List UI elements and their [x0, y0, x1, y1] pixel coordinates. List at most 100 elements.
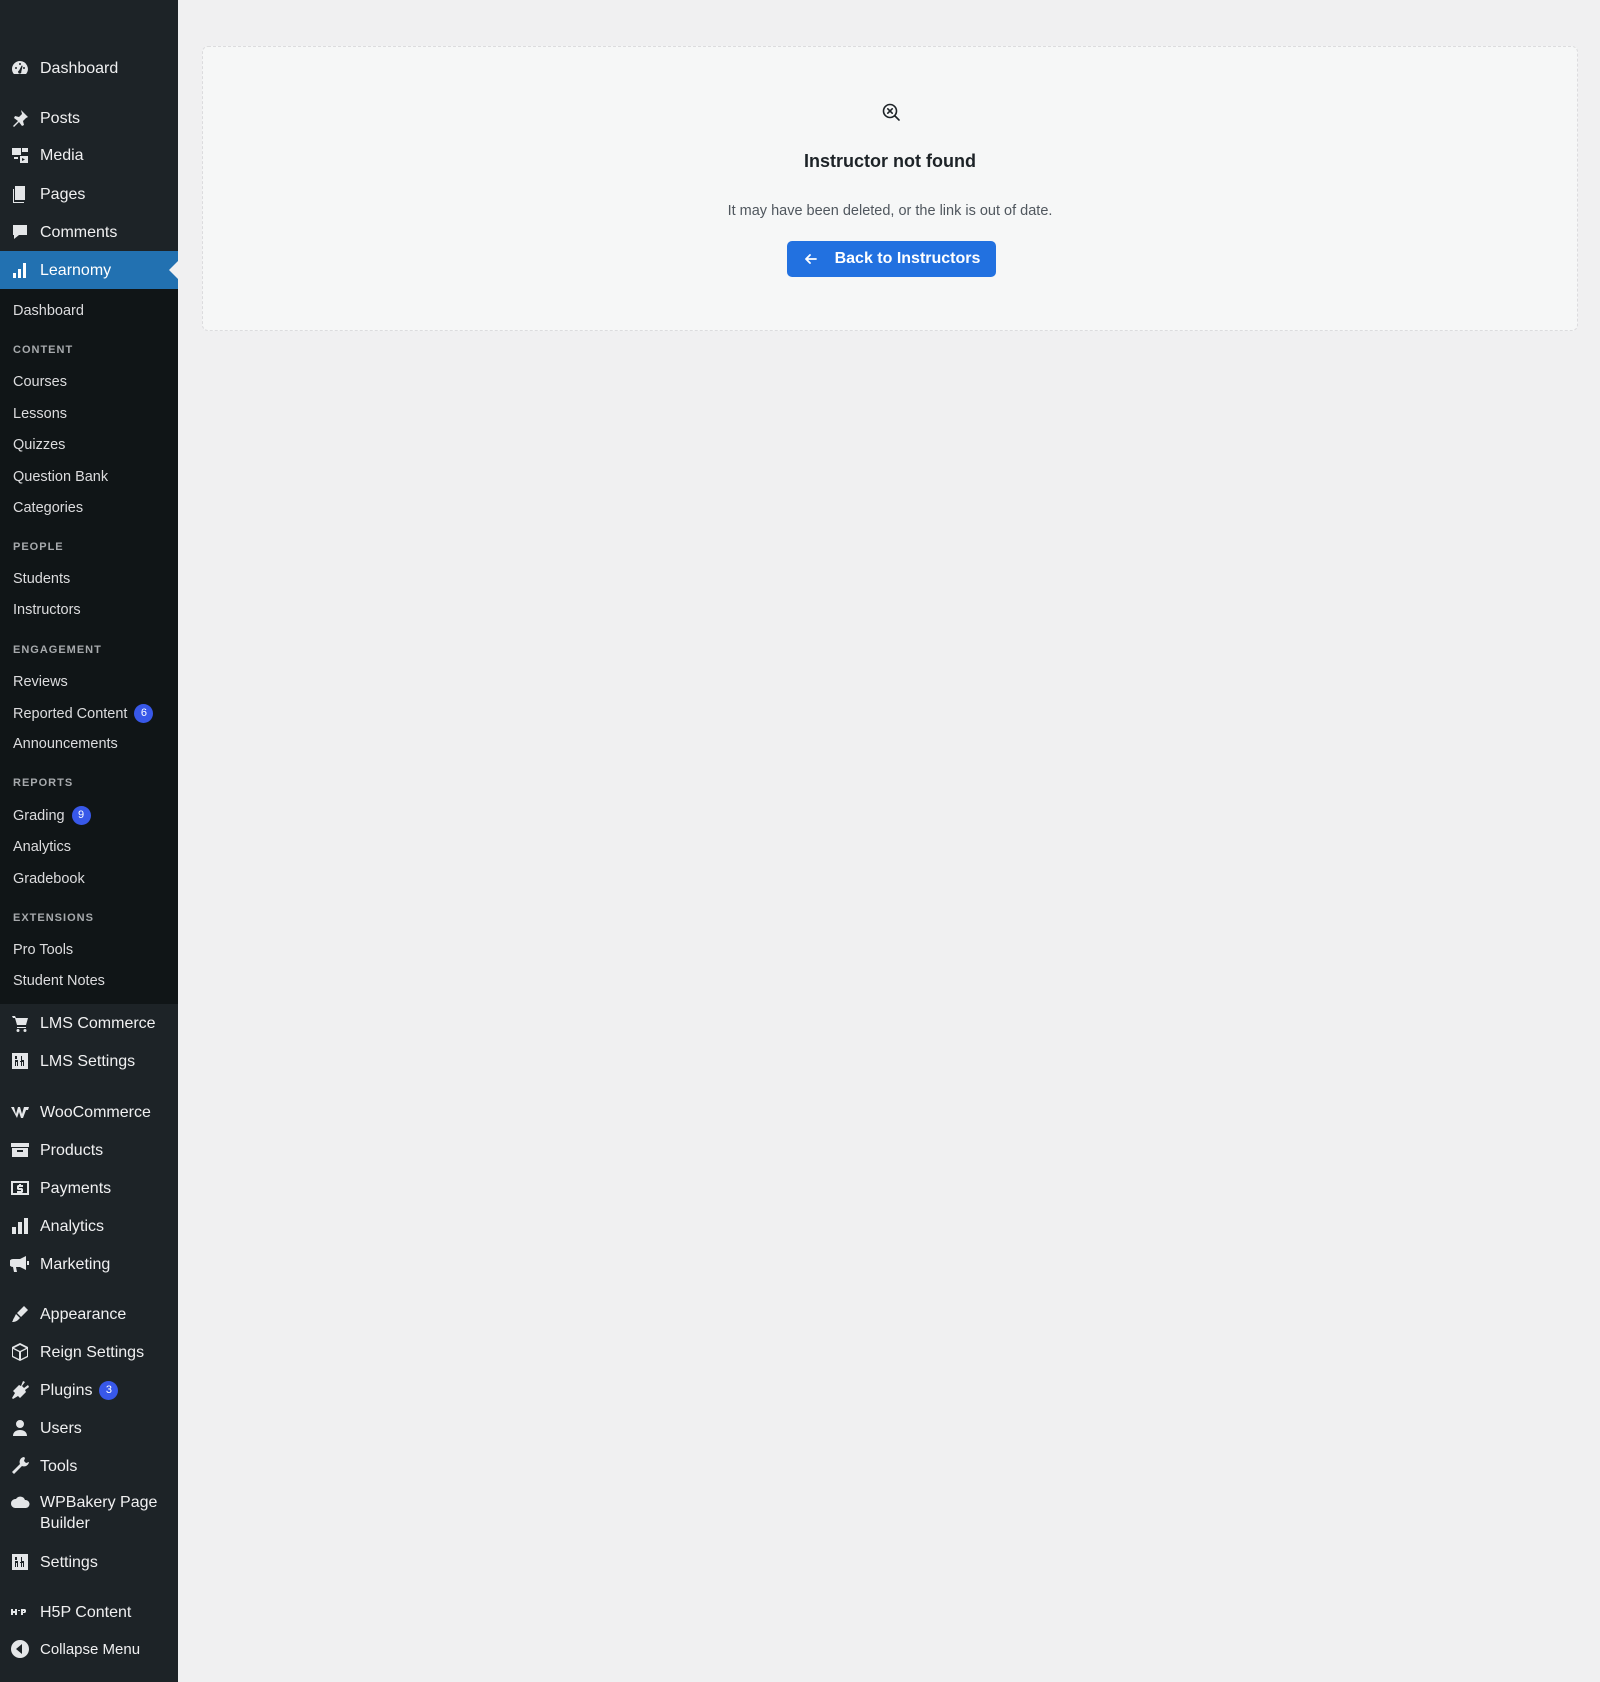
cart-icon	[10, 1013, 30, 1033]
menu-label: Dashboard	[40, 59, 119, 77]
menu-dashboard[interactable]: Dashboard	[0, 56, 178, 80]
menu-label: WPBakery Page Builder	[40, 1494, 158, 1532]
submenu-announcements[interactable]: Announcements	[13, 735, 118, 753]
search-x-icon	[881, 102, 901, 122]
menu-learnomy[interactable]: Learnomy	[0, 251, 178, 289]
menu-label: Posts	[40, 109, 81, 127]
menu-label: Appearance	[40, 1305, 127, 1323]
menu-users[interactable]: Users	[0, 1416, 178, 1440]
menu-label: Tools	[40, 1457, 78, 1475]
menu-products[interactable]: Products	[0, 1138, 178, 1162]
menu-lms-settings[interactable]: LMS Settings	[0, 1049, 178, 1073]
menu-marketing[interactable]: Marketing	[0, 1252, 178, 1276]
submenu-label: Reported Content	[13, 705, 128, 722]
submenu-students[interactable]: Students	[13, 570, 70, 588]
menu-woocommerce[interactable]: WooCommerce	[0, 1100, 178, 1124]
collapse-menu-button[interactable]: Collapse Menu	[0, 1637, 178, 1661]
archive-icon	[10, 1140, 30, 1160]
learnomy-submenu: Dashboard CONTENT Courses Lessons Quizze…	[0, 289, 178, 1004]
submenu-lessons[interactable]: Lessons	[13, 405, 67, 423]
menu-pages[interactable]: Pages	[0, 182, 178, 206]
menu-reign-settings[interactable]: Reign Settings	[0, 1340, 178, 1364]
submenu-pro-tools[interactable]: Pro Tools	[13, 941, 73, 959]
settings-grid-icon	[10, 1051, 30, 1071]
menu-label: Collapse Menu	[40, 1640, 141, 1658]
comments-icon	[10, 222, 30, 242]
pages-icon	[10, 184, 30, 204]
brush-icon	[10, 1304, 30, 1324]
heading-engagement: ENGAGEMENT	[13, 644, 102, 656]
submenu-label: Grading	[13, 807, 65, 824]
menu-comments[interactable]: Comments	[0, 220, 178, 244]
back-to-instructors-button[interactable]: Back to Instructors	[787, 241, 996, 277]
woocommerce-icon	[10, 1102, 30, 1122]
media-icon	[10, 145, 30, 165]
menu-label: LMS Commerce	[40, 1014, 156, 1032]
heading-content: CONTENT	[13, 344, 74, 356]
submenu-categories[interactable]: Categories	[13, 499, 83, 517]
count-badge: 6	[134, 704, 154, 723]
update-count-badge: 3	[99, 1380, 119, 1400]
arrow-left-icon	[804, 254, 817, 264]
menu-analytics[interactable]: Analytics	[0, 1214, 178, 1238]
pin-icon	[10, 108, 30, 128]
page-title: Instructor not found	[804, 151, 976, 171]
collapse-icon	[10, 1639, 30, 1659]
bar-chart-icon	[10, 1216, 30, 1236]
submenu-reviews[interactable]: Reviews	[13, 673, 68, 691]
submenu-question-bank[interactable]: Question Bank	[13, 468, 108, 486]
submenu-reported-content[interactable]: Reported Content 6	[13, 704, 154, 723]
bar-chart-icon	[10, 260, 30, 280]
submenu-analytics[interactable]: Analytics	[13, 838, 71, 856]
menu-label: Reign Settings	[40, 1343, 145, 1361]
submenu-gradebook[interactable]: Gradebook	[13, 870, 85, 888]
dollar-icon	[10, 1178, 30, 1198]
menu-plugins[interactable]: Plugins 3	[0, 1378, 178, 1402]
submenu-dashboard[interactable]: Dashboard	[13, 302, 84, 320]
active-indicator	[169, 261, 178, 279]
menu-label: Users	[40, 1419, 82, 1437]
menu-wpbakery[interactable]: WPBakery Page Builder	[0, 1492, 178, 1538]
menu-lms-commerce[interactable]: LMS Commerce	[0, 1011, 178, 1035]
menu-posts[interactable]: Posts	[0, 106, 178, 130]
menu-label: H5P Content	[40, 1603, 132, 1621]
menu-media[interactable]: Media	[0, 143, 178, 167]
wrench-icon	[10, 1456, 30, 1476]
submenu-courses[interactable]: Courses	[13, 373, 67, 391]
settings-grid-icon	[10, 1552, 30, 1572]
menu-label: Settings	[40, 1553, 98, 1571]
menu-label: Marketing	[40, 1255, 111, 1273]
menu-label: Pages	[40, 185, 86, 203]
menu-payments[interactable]: Payments	[0, 1176, 178, 1200]
menu-settings[interactable]: Settings	[0, 1550, 178, 1574]
submenu-quizzes[interactable]: Quizzes	[13, 436, 65, 454]
menu-appearance[interactable]: Appearance	[0, 1302, 178, 1326]
submenu-student-notes[interactable]: Student Notes	[13, 972, 105, 990]
button-label: Back to Instructors	[834, 250, 981, 267]
menu-label: Media	[40, 146, 84, 164]
menu-label: WooCommerce	[40, 1103, 151, 1121]
menu-label: Payments	[40, 1179, 112, 1197]
submenu-instructors[interactable]: Instructors	[13, 601, 81, 619]
menu-h5p-content[interactable]: H5P Content	[0, 1600, 178, 1624]
heading-reports: REPORTS	[13, 777, 74, 789]
megaphone-icon	[10, 1254, 30, 1274]
cloud-icon	[10, 1493, 30, 1513]
count-badge: 9	[71, 806, 91, 825]
dashboard-icon	[10, 58, 30, 78]
page-description: It may have been deleted, or the link is…	[727, 203, 1053, 219]
not-found-card: Instructor not found It may have been de…	[202, 46, 1578, 331]
cube-icon	[10, 1342, 30, 1362]
menu-label: Comments	[40, 223, 118, 241]
submenu-grading[interactable]: Grading 9	[13, 806, 91, 825]
heading-extensions: EXTENSIONS	[13, 912, 94, 924]
admin-sidebar: Dashboard Posts Media Pages Comments Lea…	[0, 0, 178, 1682]
menu-label: LMS Settings	[40, 1052, 136, 1070]
menu-tools[interactable]: Tools	[0, 1454, 178, 1478]
menu-label: Plugins	[40, 1381, 93, 1399]
menu-label: Learnomy	[40, 261, 112, 279]
menu-label: Analytics	[40, 1217, 105, 1235]
heading-people: PEOPLE	[13, 541, 64, 553]
plug-icon	[10, 1380, 30, 1400]
h5p-icon	[10, 1602, 30, 1622]
